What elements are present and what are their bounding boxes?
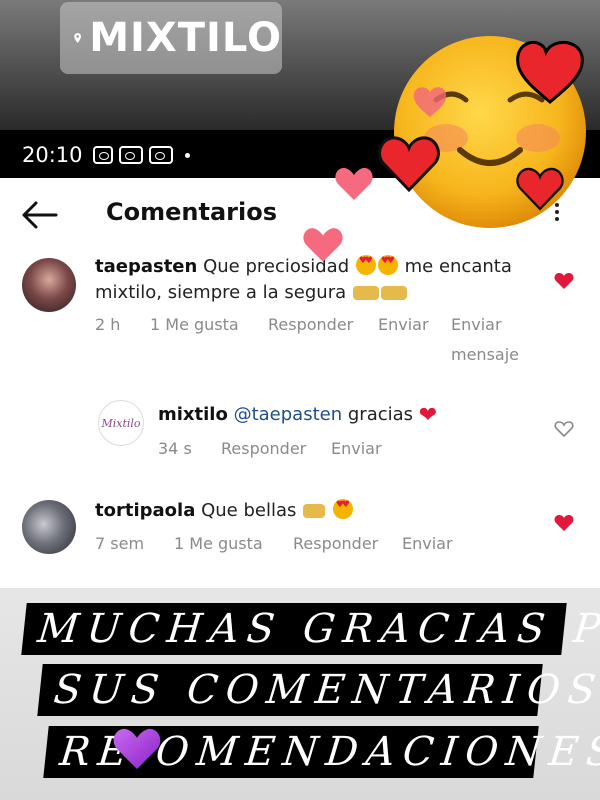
comment-text: tortipaola Que bellas [95, 498, 535, 524]
notification-dot-icon [184, 152, 190, 158]
gallery-icon [118, 146, 143, 164]
reply-button[interactable]: Responder [221, 439, 306, 458]
send-message-button-line2[interactable]: mensaje [451, 345, 519, 364]
page-title: Comentarios [106, 198, 277, 226]
avatar-tortipaola[interactable] [22, 500, 76, 554]
heart-eyes-emoji-icon [377, 255, 398, 275]
send-button[interactable]: Enviar [378, 315, 429, 334]
mention-link[interactable]: @taepasten [234, 404, 343, 425]
send-button[interactable]: Enviar [402, 534, 453, 553]
gallery-icon-2 [148, 146, 173, 164]
comment-body-3: mixtilo, siempre a la segura [95, 282, 347, 303]
pink-heart-icon [303, 228, 343, 262]
raising-hands-emoji-icon [352, 286, 379, 300]
send-message-button[interactable]: Enviar [451, 315, 502, 334]
back-arrow-icon[interactable] [20, 200, 60, 230]
like-heart-outline-icon[interactable] [554, 420, 574, 438]
red-heart-emoji-icon: ❤ [418, 403, 438, 428]
status-time: 20:10 [22, 143, 83, 167]
comment-meta: 2 h 1 Me gusta Responder Enviar Enviar m… [95, 315, 535, 365]
heart-eyes-emoji-icon [332, 499, 353, 519]
banner-line-1: MUCHAS GRACIAS POR [21, 603, 600, 655]
avatar-mixtilo[interactable]: Mixtilo [98, 400, 144, 446]
comment-time: 7 sem [95, 534, 145, 553]
reply-time: 34 s [158, 439, 192, 458]
red-heart-sticker-icon [516, 167, 564, 211]
reply-body: gracias [347, 404, 414, 425]
comment-username[interactable]: taepasten [95, 256, 197, 277]
avatar-taepasten[interactable] [22, 258, 76, 312]
pink-heart-icon [335, 167, 373, 200]
send-button[interactable]: Enviar [331, 439, 382, 458]
location-label: MIXTILO [89, 15, 282, 61]
comment-time: 2 h [95, 315, 121, 334]
location-sticker: MIXTILO [60, 2, 282, 74]
heart-eyes-emoji-icon [355, 255, 376, 275]
reply-button[interactable]: Responder [293, 534, 378, 553]
raising-hands-emoji-icon [380, 286, 407, 300]
comment-meta: 7 sem 1 Me gusta Responder Enviar [95, 534, 535, 558]
avatar-logo-text: Mixtilo [101, 416, 141, 430]
location-pin-icon [74, 33, 81, 43]
reply-button[interactable]: Responder [268, 315, 353, 334]
reply-text: mixtilo @taepasten gracias ❤ [158, 402, 538, 429]
instagram-icon [92, 146, 113, 164]
likes-count-link[interactable]: 1 Me gusta [150, 315, 239, 334]
banner-line-2: SUS COMENTARIOS Y [37, 664, 600, 716]
red-heart-sticker-icon [378, 136, 440, 193]
raising-hands-emoji-icon [303, 504, 326, 518]
comments-screen: Comentarios taepasten Que preciosidad me… [0, 178, 600, 588]
purple-heart-sticker-icon [113, 728, 161, 769]
like-heart-filled-icon[interactable] [554, 272, 574, 290]
reply-meta: 34 s Responder Enviar [158, 439, 458, 463]
comment-body-2: me encanta [404, 256, 512, 277]
comment-username[interactable]: tortipaola [95, 500, 195, 521]
reply-username[interactable]: mixtilo [158, 404, 228, 425]
comment-body: Que bellas [201, 500, 297, 521]
like-heart-filled-icon[interactable] [554, 514, 574, 532]
likes-count-link[interactable]: 1 Me gusta [174, 534, 263, 553]
